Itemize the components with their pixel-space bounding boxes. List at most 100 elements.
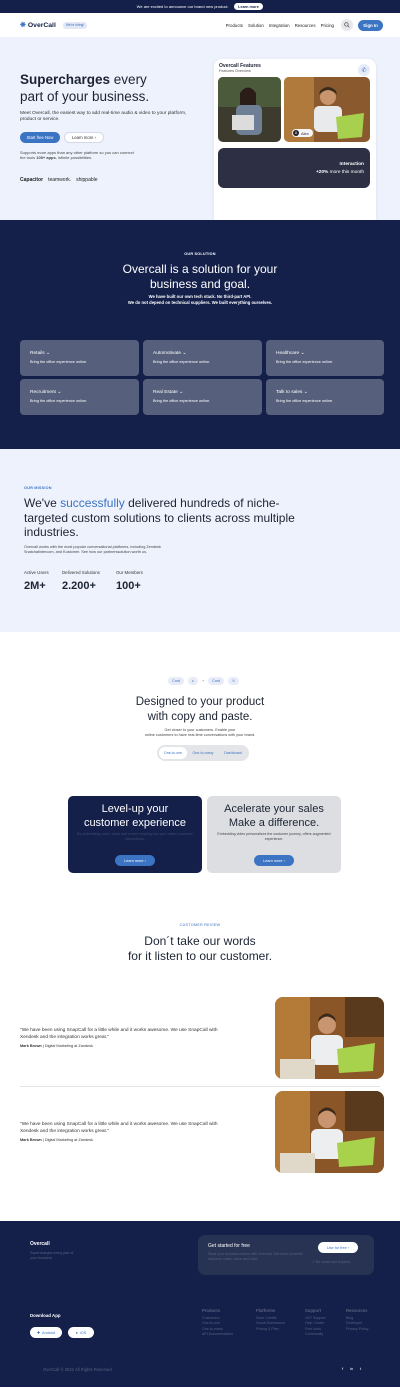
solution-tile-retails[interactable]: Retails ⌄ Bring the office experience onl… — [20, 340, 139, 376]
tile-desc: Bring the office experience online. — [30, 399, 88, 403]
promo-learn-more-button[interactable]: Learn more › — [254, 855, 294, 866]
android-store-button[interactable]: ✚ Android — [30, 1327, 62, 1338]
chip-c: c — [188, 677, 198, 685]
partner-shippable-logo: shippable — [76, 177, 98, 183]
phone-icon: ✆ — [361, 67, 367, 74]
chip-cmd-2: Cmd — [208, 677, 225, 685]
col-head: Products — [202, 1308, 221, 1313]
learn-more-button[interactable]: Learn more › — [64, 132, 104, 143]
tile-label: Recruitment — [30, 390, 56, 395]
apple-icon: ● — [75, 1330, 78, 1335]
chevron-down-icon: ⌄ — [179, 390, 184, 395]
tab-one-to-one[interactable]: One-to-one — [159, 747, 187, 759]
review-title-2: for it listen to our customer. — [127, 949, 273, 963]
menu-item-resources[interactable]: Resources — [295, 23, 316, 28]
mission-section: OUR MISSION We've successfully delivered… — [0, 449, 400, 632]
design-title-1: Designed to your product — [135, 696, 265, 708]
video-tile-woman — [218, 77, 281, 142]
facebook-icon[interactable]: f — [340, 1366, 345, 1371]
stat-label: Delivered Solutions — [62, 570, 100, 575]
use-for-free-button[interactable]: Use for free › — [318, 1242, 358, 1253]
footer-col-support: Support 24/7 Support Help Center Free to… — [305, 1308, 326, 1338]
solution-tile-automotivate[interactable]: Automotivate ⌄ Bring the office experienc… — [143, 340, 262, 376]
mission-highlight: successfully — [60, 496, 125, 510]
menu-item-integration[interactable]: Integration — [269, 23, 290, 28]
promo-btn-label: Learn more — [124, 858, 144, 863]
promo-card-accelerate: Acelerate your sales Make a difference. E… — [207, 796, 341, 873]
start-free-button[interactable]: Start free Now — [20, 132, 60, 143]
tile-desc: Bring the office experience online. — [153, 360, 211, 364]
chevron-down-icon: ⌄ — [46, 351, 51, 356]
brand-name: OverCall — [27, 21, 56, 29]
ios-store-button[interactable]: ● iOS — [68, 1327, 94, 1338]
hero-subtitle: Meet Overcall, the easiest way to add re… — [20, 111, 187, 122]
footer-cta: Get started for free Steal your business… — [198, 1235, 374, 1275]
solution-desc-1: We have built our own tech stack. No thi… — [148, 294, 252, 299]
promo-desc: By embedding voice, video and screen sha… — [77, 832, 193, 841]
author-name: Mark Brown — [20, 1044, 42, 1048]
menu-item-solution[interactable]: Solution — [248, 23, 264, 28]
interaction-stat-value: +20% — [315, 170, 329, 175]
design-title-2: with copy and paste. — [147, 711, 253, 723]
review-eyebrow: CUSTOMER REVIEW — [179, 923, 221, 927]
tile-label: Retails — [30, 351, 45, 356]
review-section: CUSTOMER REVIEW Don´t take our words for … — [0, 912, 400, 1221]
menu-item-products[interactable]: Products — [226, 23, 243, 28]
footer-link[interactable]: API Documentation — [202, 1332, 233, 1337]
plus-sign: + — [201, 679, 205, 683]
tile-name: Recruitment ⌄ — [30, 390, 61, 395]
solution-tile-recruitment[interactable]: Recruitment ⌄ Bring the office experience… — [20, 379, 139, 415]
tab-dashboard[interactable]: Dashboard — [219, 747, 247, 759]
menu-item-pricing[interactable]: Pricing — [321, 23, 334, 28]
android-label: Android — [42, 1330, 56, 1335]
main-menu: Products Solution Integration Resources … — [226, 23, 334, 28]
twitter-icon[interactable]: t — [358, 1366, 363, 1371]
footer-brand[interactable]: Overcall — [30, 1241, 50, 1247]
sign-in-button[interactable]: Sign In — [358, 19, 383, 31]
footer-link[interactable]: Pricing & Plan — [256, 1327, 285, 1332]
stat-label: Our Members — [116, 570, 143, 575]
promo-learn-more-button[interactable]: Learn more › — [115, 855, 155, 866]
hiring-badge[interactable]: We're hiring! — [62, 21, 88, 29]
logo-mark-icon: ❋ — [20, 22, 26, 29]
android-icon: ✚ — [36, 1331, 41, 1335]
chevron-down-icon: ⌄ — [303, 390, 308, 395]
customer-photo — [275, 997, 384, 1079]
brand-logo[interactable]: ❋ OverCall — [20, 21, 56, 30]
stat-value: 2.200+ — [62, 580, 96, 592]
woman-with-laptop-image — [218, 77, 281, 142]
design-title: Designed to your product with copy and pa… — [0, 695, 400, 725]
search-icon — [344, 22, 350, 28]
tile-name: Talk to sales ⌄ — [276, 390, 308, 395]
design-desc-1: Get closer to your customers. Enable you… — [164, 728, 236, 732]
stat-our-members: Our Members 100+ — [116, 570, 143, 592]
promo-title: Acelerate your sales Make a difference. — [207, 802, 341, 830]
announcement-learn-more-link[interactable]: Learn more — [233, 3, 264, 10]
solution-tile-healthcare[interactable]: Healthcare ⌄ Bring the office experience … — [266, 340, 384, 376]
solution-desc: We have built our own tech stack. No thi… — [0, 294, 400, 305]
footer-tagline: Supercharges every part of your business — [30, 1251, 74, 1260]
promo-card-level-up: Level-up your customer experience By embe… — [68, 796, 202, 873]
solution-section: OUR SOLUTION Overcall is a solution for … — [0, 220, 400, 449]
phone-button[interactable]: ✆ — [358, 64, 370, 76]
tab-one-to-many[interactable]: One-to-many — [189, 747, 217, 759]
solution-tile-talk-to-sales[interactable]: Talk to sales ⌄ Bring the office experien… — [266, 379, 384, 415]
footer-link[interactable]: Community — [305, 1332, 326, 1337]
tile-desc: Bring the office experience online. — [153, 399, 211, 403]
hero-support-text: Supports more apps than any other platfo… — [20, 150, 140, 160]
stat-value: 2M+ — [24, 580, 46, 592]
customer-photo — [275, 1091, 384, 1173]
review-quote-2: "We have been using SnapCall for a littl… — [20, 1122, 220, 1142]
solution-title: Overcall is a solution for your business … — [0, 262, 400, 292]
solution-tile-real-estate[interactable]: Real Estate ⌄ Bring the office experience… — [143, 379, 262, 415]
social-links: f in t — [340, 1366, 363, 1371]
caller-name: Alex — [301, 130, 309, 136]
chevron-down-icon: ⌄ — [182, 351, 187, 356]
download-app-label: Download App — [30, 1313, 61, 1318]
search-button[interactable] — [341, 19, 353, 31]
learn-more-label: Learn more — [72, 135, 94, 140]
linkedin-icon[interactable]: in — [349, 1366, 354, 1371]
promo-title-1: Level-up your — [101, 803, 169, 815]
tile-desc: Bring the office experience online. — [30, 360, 88, 364]
footer-link[interactable]: Privacy Policy — [346, 1327, 368, 1332]
